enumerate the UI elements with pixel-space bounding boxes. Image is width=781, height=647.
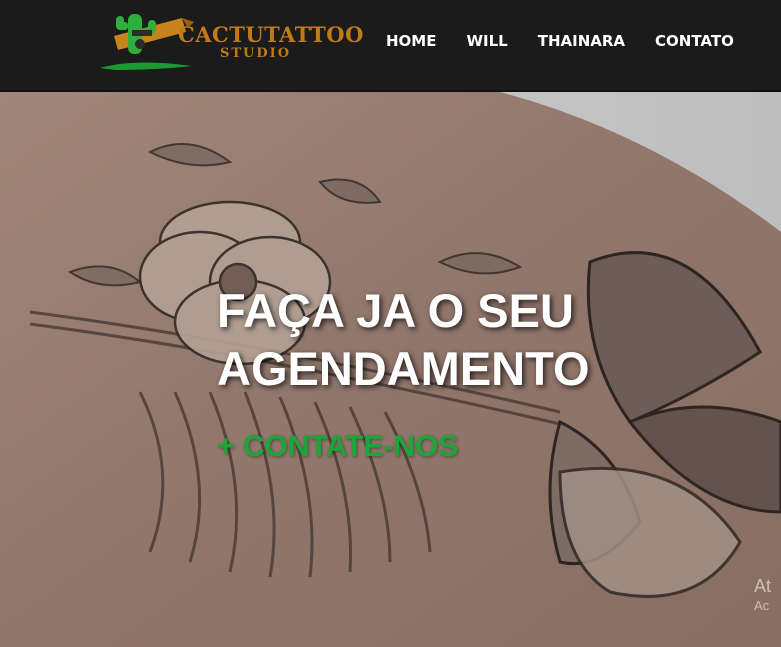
main-nav: HOME WILL THAINARA CONTATO bbox=[386, 32, 764, 50]
site-header: CACTUTATTOO STUDIO HOME WILL THAINARA CO… bbox=[0, 0, 781, 92]
nav-thainara[interactable]: THAINARA bbox=[538, 32, 625, 50]
hero-banner: FAÇA JA O SEU AGENDAMENTO + CONTATE-NOS … bbox=[0, 92, 781, 647]
logo-title: CACTUTATTOO bbox=[178, 22, 364, 47]
site-logo[interactable]: CACTUTATTOO STUDIO bbox=[96, 8, 363, 78]
headline-line-1: FAÇA JA O SEU bbox=[217, 284, 574, 337]
watermark-line-1: At bbox=[754, 576, 772, 596]
nav-contato[interactable]: CONTATO bbox=[655, 32, 734, 50]
watermark-line-2: Ac bbox=[754, 598, 770, 613]
logo-subtitle: STUDIO bbox=[220, 46, 292, 61]
nav-will[interactable]: WILL bbox=[466, 32, 507, 50]
activate-windows-watermark: At Ac bbox=[754, 576, 771, 616]
headline-line-2: AGENDAMENTO bbox=[217, 342, 590, 395]
hero-headline: FAÇA JA O SEU AGENDAMENTO bbox=[217, 282, 657, 398]
contact-us-button[interactable]: + CONTATE-NOS bbox=[217, 430, 458, 464]
nav-home[interactable]: HOME bbox=[386, 32, 436, 50]
